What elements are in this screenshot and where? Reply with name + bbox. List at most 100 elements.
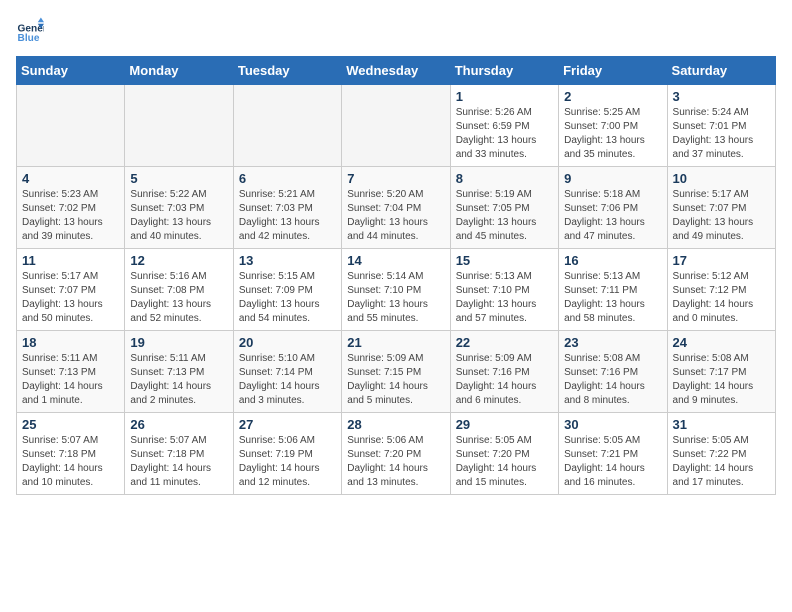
day-number: 25 xyxy=(22,417,119,432)
day-info: Sunrise: 5:06 AM Sunset: 7:19 PM Dayligh… xyxy=(239,434,336,490)
day-number: 3 xyxy=(673,89,770,104)
day-number: 30 xyxy=(564,417,661,432)
calendar-day-cell: 19Sunrise: 5:11 AM Sunset: 7:13 PM Dayli… xyxy=(125,331,233,413)
calendar-day-cell: 1 Sunrise: 5:26 AM Sunset: 6:59 PM Daylig… xyxy=(450,85,558,167)
day-number: 27 xyxy=(239,417,336,432)
weekday-header: Saturday xyxy=(667,57,775,85)
calendar-day-cell: 11 Sunrise: 5:17 AM Sunset: 7:07 PM Dayli… xyxy=(17,249,125,331)
calendar-day-cell: 30 Sunrise: 5:05 AM Sunset: 7:21 PM Dayli… xyxy=(559,413,667,495)
calendar-week-row: 25 Sunrise: 5:07 AM Sunset: 7:18 PM Dayli… xyxy=(17,413,776,495)
calendar-table: SundayMondayTuesdayWednesdayThursdayFrid… xyxy=(16,56,776,495)
calendar-day-cell xyxy=(342,85,450,167)
day-info: Sunrise: 5:16 AM Sunset: 7:08 PM Dayligh… xyxy=(130,270,227,326)
day-info: Sunrise: 5:26 AM Sunset: 6:59 PM Dayligh… xyxy=(456,106,553,162)
day-info: Sunrise: 5:23 AM Sunset: 7:02 PM Dayligh… xyxy=(22,188,119,244)
day-info: Sunrise: 5:09 AM Sunset: 7:16 PM Dayligh… xyxy=(456,352,553,408)
day-number: 9 xyxy=(564,171,661,186)
day-number: 19 xyxy=(130,335,227,350)
calendar-week-row: 18 Sunrise: 5:11 AM Sunset: 7:13 PM Dayli… xyxy=(17,331,776,413)
day-number: 26 xyxy=(130,417,227,432)
day-number: 29 xyxy=(456,417,553,432)
day-info: Sunrise: 5:06 AM Sunset: 7:20 PM Dayligh… xyxy=(347,434,444,490)
day-info: Sunrise: 5:13 AM Sunset: 7:11 PM Dayligh… xyxy=(564,270,661,326)
day-number: 13 xyxy=(239,253,336,268)
day-info: Sunrise: 5:05 AM Sunset: 7:21 PM Dayligh… xyxy=(564,434,661,490)
calendar-day-cell: 8 Sunrise: 5:19 AM Sunset: 7:05 PM Daylig… xyxy=(450,167,558,249)
day-number: 5 xyxy=(130,171,227,186)
calendar-day-cell: 31 Sunrise: 5:05 AM Sunset: 7:22 PM Dayli… xyxy=(667,413,775,495)
day-info: Sunrise: 5:25 AM Sunset: 7:00 PM Dayligh… xyxy=(564,106,661,162)
day-info: Sunrise: 5:07 AM Sunset: 7:18 PM Dayligh… xyxy=(22,434,119,490)
day-number: 24 xyxy=(673,335,770,350)
calendar-day-cell: 29 Sunrise: 5:05 AM Sunset: 7:20 PM Dayli… xyxy=(450,413,558,495)
calendar-day-cell: 3 Sunrise: 5:24 AM Sunset: 7:01 PM Daylig… xyxy=(667,85,775,167)
day-number: 7 xyxy=(347,171,444,186)
calendar-day-cell: 28 Sunrise: 5:06 AM Sunset: 7:20 PM Dayli… xyxy=(342,413,450,495)
weekday-header: Tuesday xyxy=(233,57,341,85)
calendar-day-cell: 2Sunrise: 5:25 AM Sunset: 7:00 PM Daylig… xyxy=(559,85,667,167)
day-number: 4 xyxy=(22,171,119,186)
day-info: Sunrise: 5:10 AM Sunset: 7:14 PM Dayligh… xyxy=(239,352,336,408)
weekday-header: Monday xyxy=(125,57,233,85)
day-number: 21 xyxy=(347,335,444,350)
weekday-header: Sunday xyxy=(17,57,125,85)
day-number: 23 xyxy=(564,335,661,350)
day-info: Sunrise: 5:22 AM Sunset: 7:03 PM Dayligh… xyxy=(130,188,227,244)
day-info: Sunrise: 5:11 AM Sunset: 7:13 PM Dayligh… xyxy=(22,352,119,408)
logo-icon: General Blue xyxy=(16,16,44,44)
day-info: Sunrise: 5:21 AM Sunset: 7:03 PM Dayligh… xyxy=(239,188,336,244)
day-info: Sunrise: 5:18 AM Sunset: 7:06 PM Dayligh… xyxy=(564,188,661,244)
day-info: Sunrise: 5:05 AM Sunset: 7:22 PM Dayligh… xyxy=(673,434,770,490)
day-number: 16 xyxy=(564,253,661,268)
day-number: 12 xyxy=(130,253,227,268)
day-info: Sunrise: 5:05 AM Sunset: 7:20 PM Dayligh… xyxy=(456,434,553,490)
calendar-day-cell: 13 Sunrise: 5:15 AM Sunset: 7:09 PM Dayli… xyxy=(233,249,341,331)
weekday-header: Friday xyxy=(559,57,667,85)
day-number: 14 xyxy=(347,253,444,268)
day-number: 31 xyxy=(673,417,770,432)
svg-text:Blue: Blue xyxy=(18,33,40,44)
day-number: 17 xyxy=(673,253,770,268)
day-info: Sunrise: 5:08 AM Sunset: 7:16 PM Dayligh… xyxy=(564,352,661,408)
calendar-week-row: 1 Sunrise: 5:26 AM Sunset: 6:59 PM Daylig… xyxy=(17,85,776,167)
day-number: 8 xyxy=(456,171,553,186)
calendar-day-cell: 9 Sunrise: 5:18 AM Sunset: 7:06 PM Daylig… xyxy=(559,167,667,249)
day-info: Sunrise: 5:24 AM Sunset: 7:01 PM Dayligh… xyxy=(673,106,770,162)
day-number: 28 xyxy=(347,417,444,432)
day-info: Sunrise: 5:20 AM Sunset: 7:04 PM Dayligh… xyxy=(347,188,444,244)
day-number: 1 xyxy=(456,89,553,104)
calendar-day-cell: 4 Sunrise: 5:23 AM Sunset: 7:02 PM Daylig… xyxy=(17,167,125,249)
calendar-day-cell: 14 Sunrise: 5:14 AM Sunset: 7:10 PM Dayli… xyxy=(342,249,450,331)
day-number: 22 xyxy=(456,335,553,350)
day-number: 10 xyxy=(673,171,770,186)
day-number: 20 xyxy=(239,335,336,350)
weekday-header: Wednesday xyxy=(342,57,450,85)
calendar-day-cell: 18 Sunrise: 5:11 AM Sunset: 7:13 PM Dayli… xyxy=(17,331,125,413)
calendar-header-row: SundayMondayTuesdayWednesdayThursdayFrid… xyxy=(17,57,776,85)
calendar-day-cell: 25 Sunrise: 5:07 AM Sunset: 7:18 PM Dayli… xyxy=(17,413,125,495)
day-number: 18 xyxy=(22,335,119,350)
calendar-day-cell: 20 Sunrise: 5:10 AM Sunset: 7:14 PM Dayli… xyxy=(233,331,341,413)
calendar-week-row: 11 Sunrise: 5:17 AM Sunset: 7:07 PM Dayli… xyxy=(17,249,776,331)
day-info: Sunrise: 5:07 AM Sunset: 7:18 PM Dayligh… xyxy=(130,434,227,490)
calendar-day-cell xyxy=(17,85,125,167)
day-info: Sunrise: 5:08 AM Sunset: 7:17 PM Dayligh… xyxy=(673,352,770,408)
logo: General Blue xyxy=(16,16,48,44)
calendar-day-cell: 7 Sunrise: 5:20 AM Sunset: 7:04 PM Daylig… xyxy=(342,167,450,249)
calendar-day-cell: 22 Sunrise: 5:09 AM Sunset: 7:16 PM Dayli… xyxy=(450,331,558,413)
calendar-day-cell: 26 Sunrise: 5:07 AM Sunset: 7:18 PM Dayli… xyxy=(125,413,233,495)
calendar-day-cell: 27 Sunrise: 5:06 AM Sunset: 7:19 PM Dayli… xyxy=(233,413,341,495)
calendar-day-cell: 5 Sunrise: 5:22 AM Sunset: 7:03 PM Daylig… xyxy=(125,167,233,249)
day-info: Sunrise: 5:09 AM Sunset: 7:15 PM Dayligh… xyxy=(347,352,444,408)
day-number: 6 xyxy=(239,171,336,186)
day-info: Sunrise: 5:17 AM Sunset: 7:07 PM Dayligh… xyxy=(673,188,770,244)
weekday-header: Thursday xyxy=(450,57,558,85)
day-info: Sunrise: 5:14 AM Sunset: 7:10 PM Dayligh… xyxy=(347,270,444,326)
day-info: Sunrise: 5:17 AM Sunset: 7:07 PM Dayligh… xyxy=(22,270,119,326)
day-info: Sunrise: 5:15 AM Sunset: 7:09 PM Dayligh… xyxy=(239,270,336,326)
day-number: 11 xyxy=(22,253,119,268)
calendar-day-cell: 16 Sunrise: 5:13 AM Sunset: 7:11 PM Dayli… xyxy=(559,249,667,331)
calendar-week-row: 4 Sunrise: 5:23 AM Sunset: 7:02 PM Daylig… xyxy=(17,167,776,249)
calendar-day-cell: 12 Sunrise: 5:16 AM Sunset: 7:08 PM Dayli… xyxy=(125,249,233,331)
day-info: Sunrise: 5:19 AM Sunset: 7:05 PM Dayligh… xyxy=(456,188,553,244)
